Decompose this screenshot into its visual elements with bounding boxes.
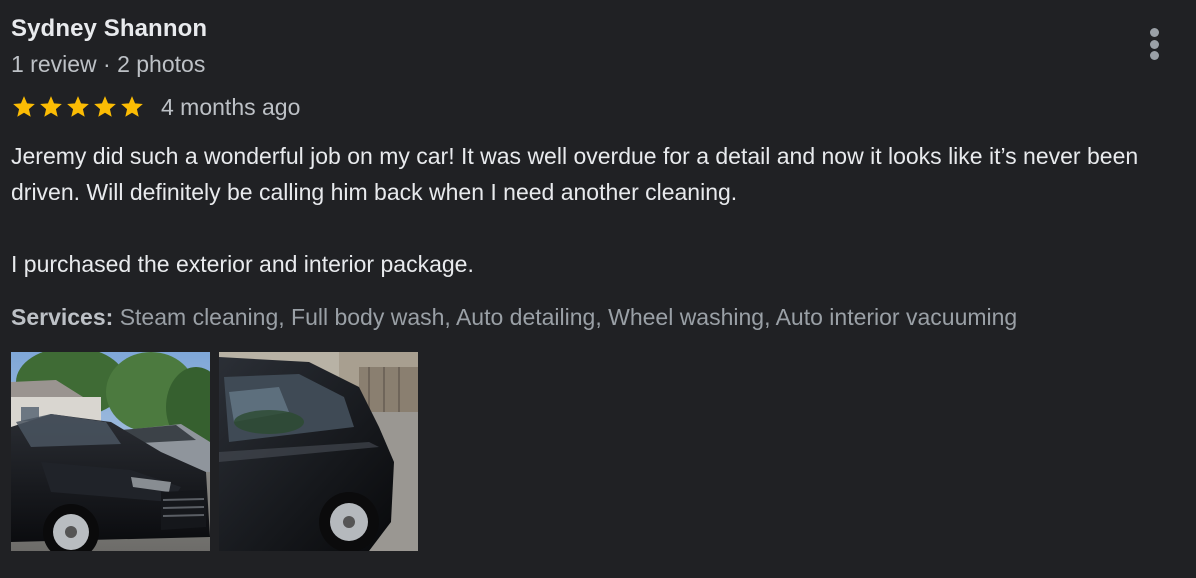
car-side-photo [219,352,418,551]
car-front-photo [11,352,210,551]
more-vert-icon [1149,28,1159,37]
more-vert-icon [1149,39,1159,49]
review-date: 4 months ago [161,94,301,120]
star-icon [11,94,37,120]
star-icon [92,94,118,120]
reviewer-name[interactable]: Sydney Shannon [11,14,1181,44]
star-icon [38,94,64,120]
review-photos [11,352,1181,551]
reviewer-meta[interactable]: 1 review · 2 photos [11,49,1181,79]
rating-row: 4 months ago [11,90,1181,124]
review-photo-2[interactable] [219,352,418,551]
review-photo-1[interactable] [11,352,210,551]
services-line: Services: Steam cleaning, Full body wash… [11,302,1181,332]
star-icon [65,94,91,120]
services-label: Services: [11,304,114,330]
review-text: Jeremy did such a wonderful job on my ca… [11,143,1139,277]
more-options-button[interactable] [1142,24,1166,64]
review-card: Sydney Shannon 1 review · 2 photos 4 mon… [11,14,1181,551]
star-icon [119,94,145,120]
services-value: Steam cleaning, Full body wash, Auto det… [119,304,1018,330]
more-vert-icon [1149,51,1159,60]
star-rating [11,94,145,120]
